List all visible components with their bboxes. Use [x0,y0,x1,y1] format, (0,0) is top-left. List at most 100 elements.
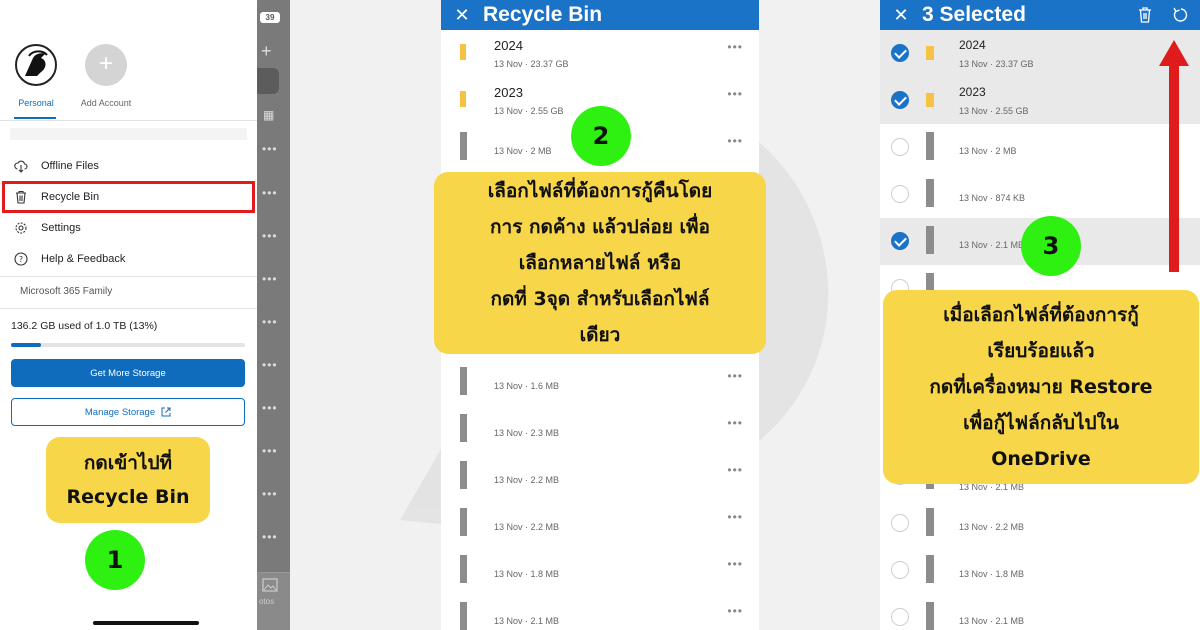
account-label: Add Account [80,98,132,108]
file-meta: 13 Nov · 1.8 MB [959,569,1025,579]
callout-line: เพื่อกู้ไฟล์กลับไปใน [963,412,1119,434]
more-options-icon[interactable]: ••• [727,87,743,101]
onedrive-account-menu-panel: Personal + Add Account Offline Files Rec… [0,0,290,630]
file-meta: 13 Nov · 2.2 MB [494,475,560,485]
step-number-2: 2 [571,106,631,166]
menu-item-label: Offline Files [41,160,99,172]
checked-checkbox[interactable] [891,44,909,62]
file-row[interactable]: 13 Nov · 874 KB [880,171,1200,218]
recycle-bin-highlight [2,181,255,213]
manage-storage-button[interactable]: Manage Storage [11,398,245,426]
external-link-icon [161,407,171,417]
blank-band [10,128,247,140]
file-thumbnail [926,602,934,630]
more-options-icon[interactable]: ••• [727,510,743,524]
file-thumbnail [460,414,467,442]
callout-line: เรียบร้อยแล้ว [987,340,1095,362]
callout-line: เดียว [579,324,621,346]
file-row[interactable]: 13 Nov · 2.1 MB ••• [441,594,759,630]
folder-icon [460,44,466,60]
divider [0,276,257,277]
tab-count-badge: 39 [260,12,280,23]
file-meta: 13 Nov · 1.6 MB [494,381,560,391]
file-meta: 13 Nov · 2.55 GB [494,106,564,116]
dimmed-background-app: 39 + ▦ ••• ••• ••• ••• ••• ••• ••• ••• •… [257,0,290,630]
file-row[interactable]: 13 Nov · 1.6 MB ••• [441,359,759,406]
top-bar: ✕ 3 Selected [880,0,1200,30]
more-options-icon[interactable]: ••• [727,369,743,383]
more-dots-icon: ••• [262,272,278,286]
file-meta: 13 Nov · 23.37 GB [494,59,569,69]
trash-icon[interactable] [1136,6,1154,24]
file-row[interactable]: 13 Nov · 1.8 MB [880,547,1200,594]
callout-line: กดเข้าไปที่ [83,452,173,474]
file-meta: 13 Nov · 2 MB [494,146,552,156]
file-thumbnail [926,555,934,583]
unchecked-checkbox[interactable] [891,561,909,579]
unchecked-checkbox[interactable] [891,185,909,203]
more-options-icon[interactable]: ••• [727,604,743,618]
more-dots-icon: ••• [262,186,278,200]
more-options-icon[interactable]: ••• [727,134,743,148]
grid-icon: ▦ [263,108,275,122]
file-row[interactable]: 13 Nov · 2.1 MB [880,594,1200,630]
file-row[interactable]: 13 Nov · 2 MB [880,124,1200,171]
cloud-download-icon [14,159,28,173]
file-row[interactable]: 13 Nov · 2.2 MB ••• [441,453,759,500]
account-personal[interactable]: Personal [10,44,62,108]
file-row[interactable]: 13 Nov · 2.3 MB ••• [441,406,759,453]
tab-photos: otos [257,572,290,630]
svg-text:?: ? [19,255,23,264]
file-meta: 13 Nov · 2.1 MB [959,240,1025,250]
folder-icon [926,93,934,107]
close-icon[interactable]: ✕ [441,5,483,26]
restore-icon[interactable] [1172,6,1190,24]
active-account-indicator [14,117,56,119]
file-meta: 13 Nov · 2.1 MB [494,616,560,626]
more-options-icon[interactable]: ••• [727,557,743,571]
file-row[interactable]: 13 Nov · 1.8 MB ••• [441,547,759,594]
avatar [15,44,57,86]
more-options-icon[interactable]: ••• [727,40,743,54]
file-row[interactable]: 13 Nov · 2.2 MB ••• [441,500,759,547]
checked-checkbox[interactable] [891,232,909,250]
file-thumbnail [460,602,467,630]
file-thumbnail [460,132,467,160]
menu-item-help-feedback[interactable]: ? Help & Feedback [14,248,244,270]
gear-icon [14,221,28,235]
more-dots-icon: ••• [262,315,278,329]
more-options-icon[interactable]: ••• [727,416,743,430]
storage-progress-fill [11,343,42,347]
callout-line: Recycle Bin [66,486,190,508]
file-row[interactable]: 13 Nov · 2.2 MB [880,500,1200,547]
callout-line: การ กดค้าง แล้วปล่อย เพื่อ [490,216,710,238]
menu-item-settings[interactable]: Settings [14,217,244,239]
file-name: 2023 [959,85,986,99]
manage-storage-label: Manage Storage [84,406,156,418]
selected-file-row[interactable]: 2023 13 Nov · 2.55 GB [880,77,1200,124]
file-name: 2023 [494,85,523,100]
menu-item-label: Settings [41,222,81,234]
folder-icon [460,91,466,107]
add-account-button[interactable]: + Add Account [78,44,134,108]
file-meta: 13 Nov · 2.55 GB [959,106,1029,116]
close-icon[interactable]: ✕ [880,5,922,26]
home-indicator [93,621,199,625]
callout-line: OneDrive [991,448,1091,470]
account-label: Personal [18,98,54,108]
checked-checkbox[interactable] [891,91,909,109]
more-dots-icon: ••• [262,530,278,544]
tab-label: otos [259,597,275,606]
step-number-1: 1 [85,530,145,590]
unchecked-checkbox[interactable] [891,514,909,532]
file-thumbnail [460,367,467,395]
selected-file-row[interactable]: 2024 13 Nov · 23.37 GB [880,30,1200,77]
menu-item-offline-files[interactable]: Offline Files [14,155,244,177]
file-meta: 13 Nov · 874 KB [959,193,1026,203]
folder-row[interactable]: 2024 13 Nov · 23.37 GB ••• [441,30,759,77]
file-thumbnail [460,555,467,583]
unchecked-checkbox[interactable] [891,138,909,156]
unchecked-checkbox[interactable] [891,608,909,626]
get-more-storage-button[interactable]: Get More Storage [11,359,245,387]
more-options-icon[interactable]: ••• [727,463,743,477]
